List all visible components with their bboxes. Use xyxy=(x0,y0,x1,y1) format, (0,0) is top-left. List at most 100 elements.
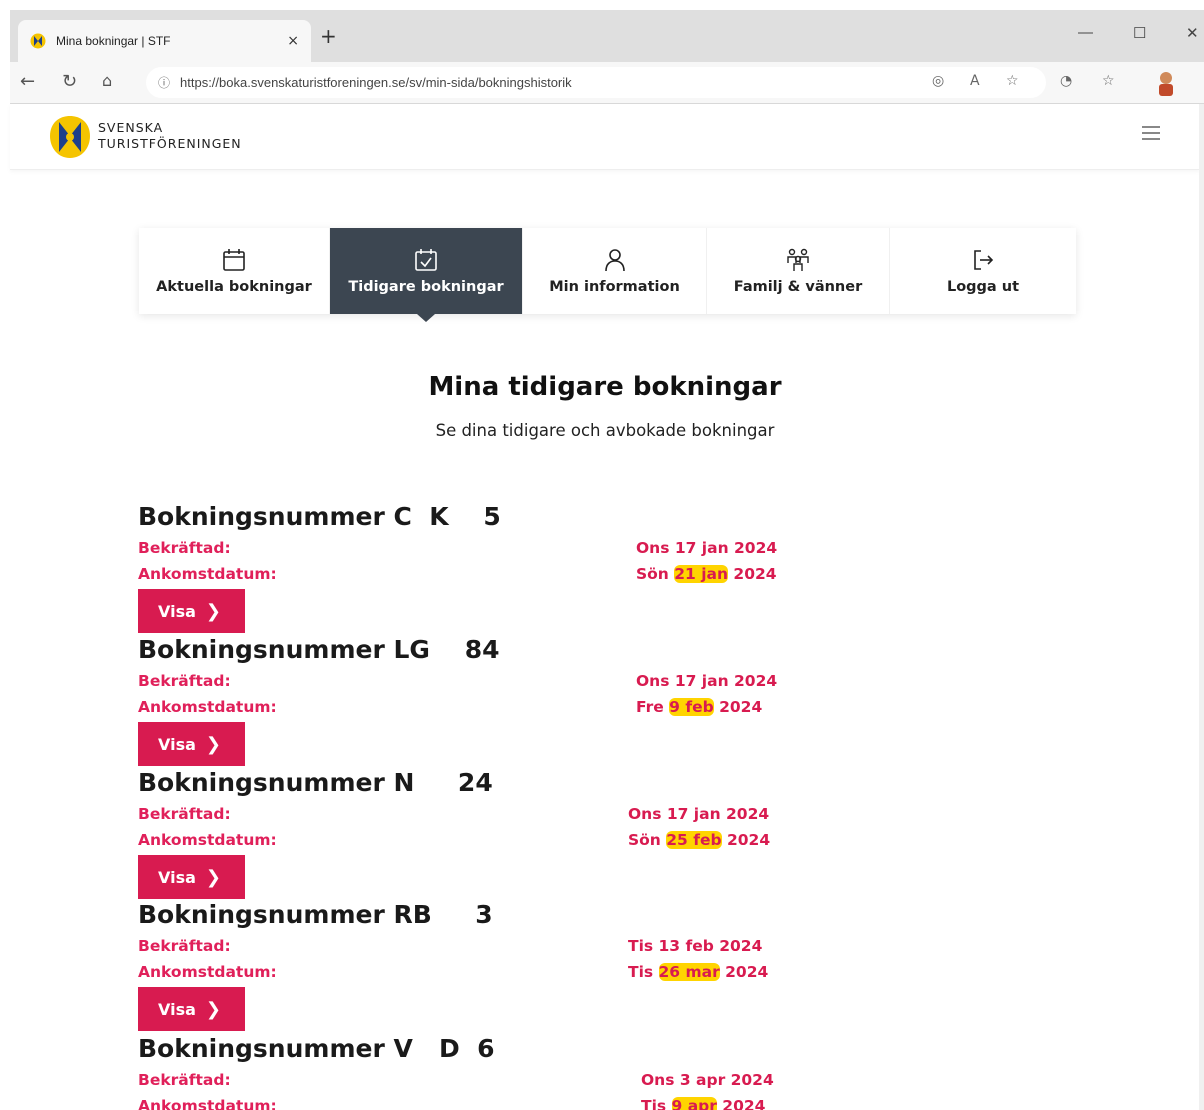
user-icon xyxy=(604,249,625,272)
address-bar[interactable]: ⓘ https://boka.svenskaturistforeningen.s… xyxy=(146,67,1046,98)
booking-item: Bokningsnummer V D 6 Bekräftad: Ankomstd… xyxy=(138,1034,838,1110)
confirmed-label: Bekräftad: xyxy=(138,672,231,690)
url-text: https://boka.svenskaturistforeningen.se/… xyxy=(180,75,572,90)
reload-icon[interactable]: ↻ xyxy=(62,71,77,92)
chevron-right-icon: ❯ xyxy=(205,998,221,1020)
brand-line-1: SVENSKA xyxy=(98,120,164,135)
extensions-icon[interactable]: ◔ xyxy=(1060,73,1072,89)
minimize-icon[interactable]: — xyxy=(1078,24,1093,41)
visa-button[interactable]: Visa ❯ xyxy=(138,987,245,1031)
page-subtitle: Se dina tidigare och avbokade bokningar xyxy=(435,421,775,440)
chevron-right-icon: ❯ xyxy=(205,866,221,888)
arrival-year: 2024 xyxy=(716,1097,766,1110)
profile-avatar-icon[interactable] xyxy=(1156,70,1176,96)
tab-min-information[interactable]: Min information xyxy=(523,228,707,314)
tab-logga-ut[interactable]: Logga ut xyxy=(890,228,1076,314)
back-icon[interactable]: ← xyxy=(20,71,35,92)
confirmed-label: Bekräftad: xyxy=(138,1071,231,1089)
confirmed-date: Ons 17 jan 2024 xyxy=(636,539,778,557)
arrival-label: Ankomstdatum: xyxy=(138,963,277,981)
visa-label: Visa xyxy=(158,867,196,887)
close-window-icon[interactable]: ✕ xyxy=(1186,24,1199,42)
arrival-label: Ankomstdatum: xyxy=(138,565,277,583)
favorites-icon[interactable]: ☆ xyxy=(1102,73,1115,89)
tab-label: Min information xyxy=(549,279,680,295)
booking-item: Bokningsnummer RB 3 Bekräftad: Ankomstda… xyxy=(138,900,838,1033)
brand-line-2: TURISTFÖRENINGEN xyxy=(98,136,242,151)
tab-label: Familj & vänner xyxy=(733,279,863,295)
confirmed-date: Tis 13 feb 2024 xyxy=(628,937,763,955)
site-info-icon[interactable]: ⓘ xyxy=(158,74,170,91)
visa-label: Visa xyxy=(158,601,196,621)
tab-title: Mina bokningar | STF xyxy=(56,34,171,48)
booking-item: Bokningsnummer LG 84 Bekräftad: Ankomstd… xyxy=(138,635,838,768)
home-icon[interactable]: ⌂ xyxy=(102,71,112,90)
confirmed-label: Bekräftad: xyxy=(138,805,231,823)
confirmed-date: Ons 17 jan 2024 xyxy=(636,672,778,690)
new-tab-icon[interactable]: + xyxy=(320,24,337,48)
hamburger-menu-icon[interactable] xyxy=(1142,126,1160,140)
calendar-icon xyxy=(223,249,245,271)
logout-icon xyxy=(974,250,994,270)
maximize-icon[interactable]: ☐ xyxy=(1133,24,1146,42)
arrival-highlight: 9 feb xyxy=(669,698,714,716)
booking-number: Bokningsnummer V D 6 xyxy=(138,1034,495,1063)
chevron-right-icon: ❯ xyxy=(205,733,221,755)
arrival-label: Ankomstdatum: xyxy=(138,831,277,849)
browser-tab[interactable]: Mina bokningar | STF × xyxy=(18,20,311,62)
booking-number: Bokningsnummer C K 5 xyxy=(138,502,501,531)
browser-tabbar: Mina bokningar | STF × + — ☐ ✕ xyxy=(10,10,1204,62)
arrival-date: Tis 26 mar 2024 xyxy=(628,963,768,981)
page-title: Mina tidigare bokningar xyxy=(428,372,782,402)
booking-number: Bokningsnummer N 24 xyxy=(138,768,493,797)
arrival-weekday: Sön xyxy=(628,831,667,849)
arrival-date: Sön 21 jan 2024 xyxy=(636,565,777,583)
read-aloud-icon[interactable]: A xyxy=(970,73,980,89)
arrival-highlight: 25 feb xyxy=(666,831,722,849)
visa-button[interactable]: Visa ❯ xyxy=(138,722,245,766)
confirmed-date: Ons 3 apr 2024 xyxy=(641,1071,774,1089)
booking-number: Bokningsnummer LG 84 xyxy=(138,635,500,664)
arrival-label: Ankomstdatum: xyxy=(138,698,277,716)
brand-name: SVENSKA TURISTFÖRENINGEN xyxy=(98,120,242,152)
scrollbar[interactable] xyxy=(1199,104,1204,1110)
booking-item: Bokningsnummer N 24 Bekräftad: Ankomstda… xyxy=(138,768,838,901)
tab-tidigare-bokningar[interactable]: Tidigare bokningar xyxy=(330,228,523,322)
tab-label: Aktuella bokningar xyxy=(156,279,312,295)
visa-button[interactable]: Visa ❯ xyxy=(138,589,245,633)
tab-familj-vanner[interactable]: Familj & vänner xyxy=(707,228,890,314)
booking-item: Bokningsnummer C K 5 Bekräftad: Ankomstd… xyxy=(138,502,838,635)
confirmed-date: Ons 17 jan 2024 xyxy=(628,805,770,823)
tab-aktuella-bokningar[interactable]: Aktuella bokningar xyxy=(139,228,330,314)
arrival-weekday: Tis xyxy=(628,963,659,981)
tab-label: Tidigare bokningar xyxy=(348,279,504,295)
booking-number: Bokningsnummer RB 3 xyxy=(138,900,493,929)
arrival-year: 2024 xyxy=(719,963,769,981)
arrival-date: Sön 25 feb 2024 xyxy=(628,831,770,849)
visa-button[interactable]: Visa ❯ xyxy=(138,855,245,899)
confirmed-label: Bekräftad: xyxy=(138,539,231,557)
account-nav: Aktuella bokningar Tidigare bokningar Mi… xyxy=(139,228,1076,322)
chevron-right-icon: ❯ xyxy=(205,600,221,622)
tracking-icon[interactable]: ◎ xyxy=(932,73,944,89)
arrival-date: Fre 9 feb 2024 xyxy=(636,698,762,716)
tab-close-icon[interactable]: × xyxy=(287,33,299,49)
arrival-highlight: 26 mar xyxy=(658,963,720,981)
browser-toolbar: ← ↻ ⌂ ⓘ https://boka.svenskaturistforeni… xyxy=(10,62,1204,104)
arrival-label: Ankomstdatum: xyxy=(138,1097,277,1110)
arrival-year: 2024 xyxy=(713,698,763,716)
favorite-star-icon[interactable]: ☆ xyxy=(1006,73,1019,89)
calendar-check-icon xyxy=(415,249,437,271)
stf-logo-icon[interactable] xyxy=(48,114,92,160)
visa-label: Visa xyxy=(158,999,196,1019)
arrival-highlight: 9 apr xyxy=(671,1097,717,1110)
visa-label: Visa xyxy=(158,734,196,754)
site-header: SVENSKA TURISTFÖRENINGEN xyxy=(10,104,1200,170)
arrival-highlight: 21 jan xyxy=(674,565,729,583)
arrival-year: 2024 xyxy=(728,565,777,583)
tab-label: Logga ut xyxy=(946,279,1020,295)
arrival-year: 2024 xyxy=(721,831,771,849)
stf-favicon-icon xyxy=(30,33,46,49)
confirmed-label: Bekräftad: xyxy=(138,937,231,955)
arrival-weekday: Fre xyxy=(636,698,670,716)
